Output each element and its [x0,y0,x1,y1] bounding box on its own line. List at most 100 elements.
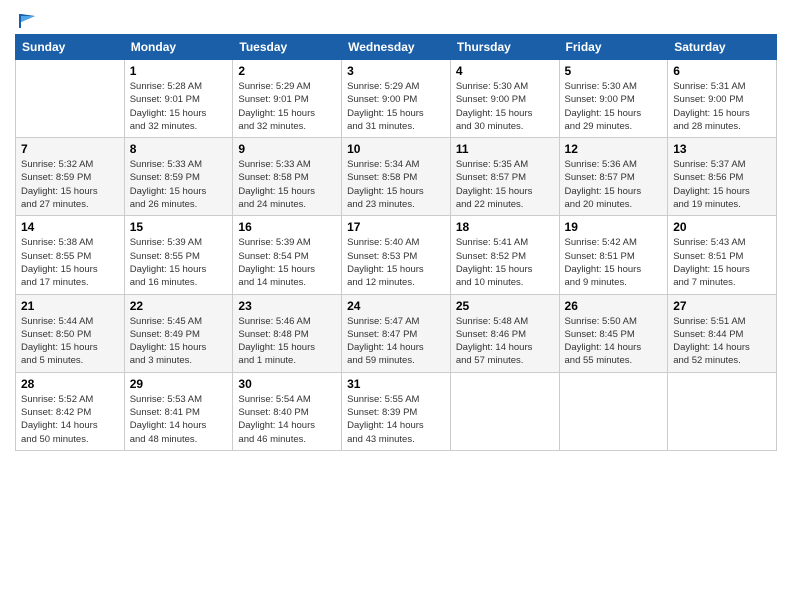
day-number: 30 [238,377,336,391]
day-info: Sunrise: 5:33 AM Sunset: 8:59 PM Dayligh… [130,158,228,211]
calendar-cell: 26Sunrise: 5:50 AM Sunset: 8:45 PM Dayli… [559,294,668,372]
calendar-cell: 24 Sunrise: 5:47 AM Sunset: 8:47 PM Dayli… [342,294,451,372]
calendar-cell: 16 Sunrise: 5:39 AM Sunset: 8:54 PM Dayli… [233,216,342,294]
day-info: Sunrise: 5:32 AM Sunset: 8:59 PM Dayligh… [21,158,119,211]
day-number: 13 [673,142,771,156]
day-number: 17 [347,220,445,234]
calendar-cell: 25 Sunrise: 5:48 AM Sunset: 8:46 PM Dayli… [450,294,559,372]
calendar-cell: 15 Sunrise: 5:39 AM Sunset: 8:55 PM Dayli… [124,216,233,294]
calendar-cell: 22 Sunrise: 5:45 AM Sunset: 8:49 PM Dayli… [124,294,233,372]
day-number: 3 [347,64,445,78]
calendar-cell: 31 Sunrise: 5:55 AM Sunset: 8:39 PM Dayli… [342,372,451,450]
day-info: Sunrise: 5:30 AM Sunset: 9:00 PM Dayligh… [565,80,663,133]
day-number: 6 [673,64,771,78]
day-number: 24 [347,299,445,313]
day-info: Sunrise: 5:54 AM Sunset: 8:40 PM Dayligh… [238,393,336,446]
day-info: Sunrise: 5:47 AM Sunset: 8:47 PM Dayligh… [347,315,445,368]
calendar-cell: 13 Sunrise: 5:37 AM Sunset: 8:56 PM Dayli… [668,138,777,216]
calendar-cell: 9 Sunrise: 5:33 AM Sunset: 8:58 PM Daylig… [233,138,342,216]
day-header-monday: Monday [124,35,233,60]
day-info: Sunrise: 5:34 AM Sunset: 8:58 PM Dayligh… [347,158,445,211]
day-info: Sunrise: 5:55 AM Sunset: 8:39 PM Dayligh… [347,393,445,446]
day-info: Sunrise: 5:30 AM Sunset: 9:00 PM Dayligh… [456,80,554,133]
day-info: Sunrise: 5:52 AM Sunset: 8:42 PM Dayligh… [21,393,119,446]
day-info: Sunrise: 5:42 AM Sunset: 8:51 PM Dayligh… [565,236,663,289]
day-header-saturday: Saturday [668,35,777,60]
day-number: 15 [130,220,228,234]
calendar-cell: 11 Sunrise: 5:35 AM Sunset: 8:57 PM Dayli… [450,138,559,216]
calendar-cell: 30 Sunrise: 5:54 AM Sunset: 8:40 PM Dayli… [233,372,342,450]
calendar-week-row: 1 Sunrise: 5:28 AM Sunset: 9:01 PM Daylig… [16,60,777,138]
day-number: 11 [456,142,554,156]
calendar-cell: 4 Sunrise: 5:30 AM Sunset: 9:00 PM Daylig… [450,60,559,138]
day-info: Sunrise: 5:39 AM Sunset: 8:54 PM Dayligh… [238,236,336,289]
days-header-row: SundayMondayTuesdayWednesdayThursdayFrid… [16,35,777,60]
day-number: 2 [238,64,336,78]
day-number: 20 [673,220,771,234]
day-info: Sunrise: 5:29 AM Sunset: 9:00 PM Dayligh… [347,80,445,133]
calendar-cell: 14 Sunrise: 5:38 AM Sunset: 8:55 PM Dayli… [16,216,125,294]
day-number: 23 [238,299,336,313]
day-number: 25 [456,299,554,313]
day-info: Sunrise: 5:45 AM Sunset: 8:49 PM Dayligh… [130,315,228,368]
day-info: Sunrise: 5:33 AM Sunset: 8:58 PM Dayligh… [238,158,336,211]
day-number: 5 [565,64,663,78]
day-number: 1 [130,64,228,78]
day-info: Sunrise: 5:29 AM Sunset: 9:01 PM Dayligh… [238,80,336,133]
day-header-tuesday: Tuesday [233,35,342,60]
day-number: 18 [456,220,554,234]
day-info: Sunrise: 5:36 AM Sunset: 8:57 PM Dayligh… [565,158,663,211]
calendar-cell [559,372,668,450]
day-number: 28 [21,377,119,391]
calendar-cell: 10 Sunrise: 5:34 AM Sunset: 8:58 PM Dayli… [342,138,451,216]
day-header-wednesday: Wednesday [342,35,451,60]
day-info: Sunrise: 5:41 AM Sunset: 8:52 PM Dayligh… [456,236,554,289]
calendar-cell: 3 Sunrise: 5:29 AM Sunset: 9:00 PM Daylig… [342,60,451,138]
day-number: 12 [565,142,663,156]
calendar-cell: 29Sunrise: 5:53 AM Sunset: 8:41 PM Dayli… [124,372,233,450]
calendar-cell: 8Sunrise: 5:33 AM Sunset: 8:59 PM Daylig… [124,138,233,216]
day-info: Sunrise: 5:51 AM Sunset: 8:44 PM Dayligh… [673,315,771,368]
day-number: 9 [238,142,336,156]
logo-flag-icon [17,10,39,32]
calendar-table: SundayMondayTuesdayWednesdayThursdayFrid… [15,34,777,451]
day-info: Sunrise: 5:31 AM Sunset: 9:00 PM Dayligh… [673,80,771,133]
day-header-friday: Friday [559,35,668,60]
day-header-thursday: Thursday [450,35,559,60]
calendar-cell: 18 Sunrise: 5:41 AM Sunset: 8:52 PM Dayli… [450,216,559,294]
day-info: Sunrise: 5:43 AM Sunset: 8:51 PM Dayligh… [673,236,771,289]
day-number: 22 [130,299,228,313]
day-info: Sunrise: 5:28 AM Sunset: 9:01 PM Dayligh… [130,80,228,133]
calendar-cell: 28 Sunrise: 5:52 AM Sunset: 8:42 PM Dayli… [16,372,125,450]
day-info: Sunrise: 5:39 AM Sunset: 8:55 PM Dayligh… [130,236,228,289]
day-info: Sunrise: 5:44 AM Sunset: 8:50 PM Dayligh… [21,315,119,368]
day-info: Sunrise: 5:38 AM Sunset: 8:55 PM Dayligh… [21,236,119,289]
day-info: Sunrise: 5:35 AM Sunset: 8:57 PM Dayligh… [456,158,554,211]
day-number: 21 [21,299,119,313]
day-info: Sunrise: 5:37 AM Sunset: 8:56 PM Dayligh… [673,158,771,211]
day-number: 26 [565,299,663,313]
day-info: Sunrise: 5:48 AM Sunset: 8:46 PM Dayligh… [456,315,554,368]
logo [15,10,39,26]
calendar-cell: 7 Sunrise: 5:32 AM Sunset: 8:59 PM Daylig… [16,138,125,216]
day-number: 27 [673,299,771,313]
day-number: 16 [238,220,336,234]
calendar-cell: 23 Sunrise: 5:46 AM Sunset: 8:48 PM Dayli… [233,294,342,372]
day-number: 10 [347,142,445,156]
calendar-cell [16,60,125,138]
calendar-cell: 5 Sunrise: 5:30 AM Sunset: 9:00 PM Daylig… [559,60,668,138]
day-number: 19 [565,220,663,234]
calendar-week-row: 21 Sunrise: 5:44 AM Sunset: 8:50 PM Dayli… [16,294,777,372]
calendar-cell: 12 Sunrise: 5:36 AM Sunset: 8:57 PM Dayli… [559,138,668,216]
calendar-cell: 27 Sunrise: 5:51 AM Sunset: 8:44 PM Dayli… [668,294,777,372]
calendar-cell: 6 Sunrise: 5:31 AM Sunset: 9:00 PM Daylig… [668,60,777,138]
calendar-cell: 20 Sunrise: 5:43 AM Sunset: 8:51 PM Dayli… [668,216,777,294]
day-number: 7 [21,142,119,156]
calendar-cell [450,372,559,450]
day-number: 14 [21,220,119,234]
day-number: 31 [347,377,445,391]
day-info: Sunrise: 5:46 AM Sunset: 8:48 PM Dayligh… [238,315,336,368]
day-number: 4 [456,64,554,78]
day-header-sunday: Sunday [16,35,125,60]
calendar-cell: 21 Sunrise: 5:44 AM Sunset: 8:50 PM Dayli… [16,294,125,372]
